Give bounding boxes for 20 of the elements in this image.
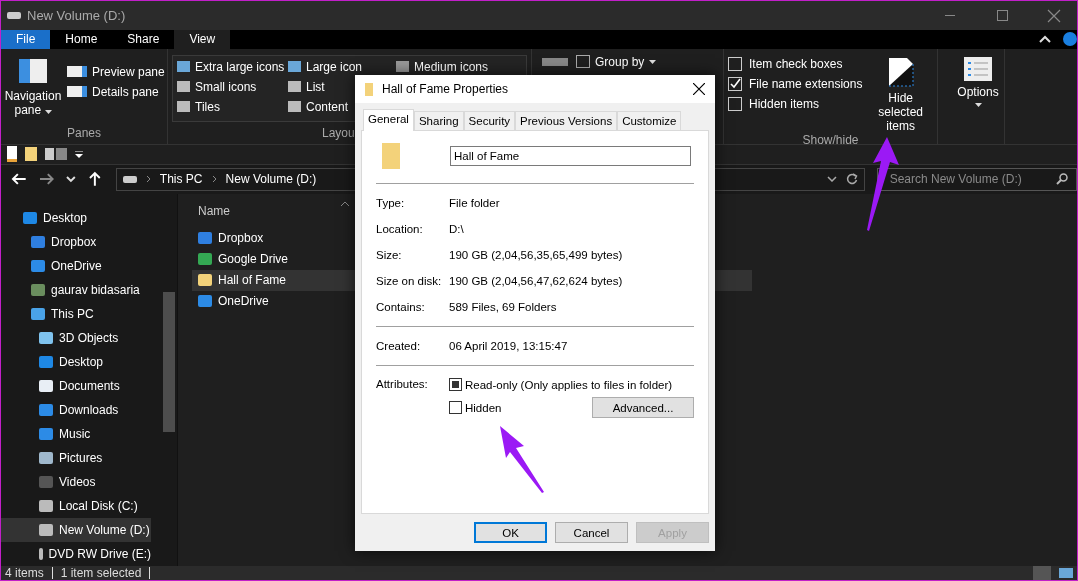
property-label: Location: [376,223,424,235]
group-label: Panes [66,125,102,142]
window-title: New Volume (D:) [27,8,126,23]
property-value: 190 GB (2,04,56,35,65,499 bytes) [449,249,623,261]
property-label: Contains: [376,301,426,313]
group-label: Layou [321,125,356,142]
property-value: 190 GB (2,04,56,47,62,624 bytes) [449,275,623,287]
selection-count: 1 item selected [60,566,142,580]
property-value: 06 April 2019, 13:15:47 [449,340,568,352]
property-label: Size: [376,249,403,261]
property-value: 589 Files, 69 Folders [449,301,557,313]
property-label: Created: [376,340,422,352]
dialog-title: Hall of Fame Properties [382,82,509,96]
property-label: Size on disk: [376,275,443,287]
property-label: Attributes: [376,378,429,392]
property-value: D:\ [449,223,464,235]
group-label: Show/hide [801,132,860,149]
property-value: File folder [449,197,500,209]
property-label: Type: [376,197,406,209]
item-count: 4 items [5,566,44,580]
